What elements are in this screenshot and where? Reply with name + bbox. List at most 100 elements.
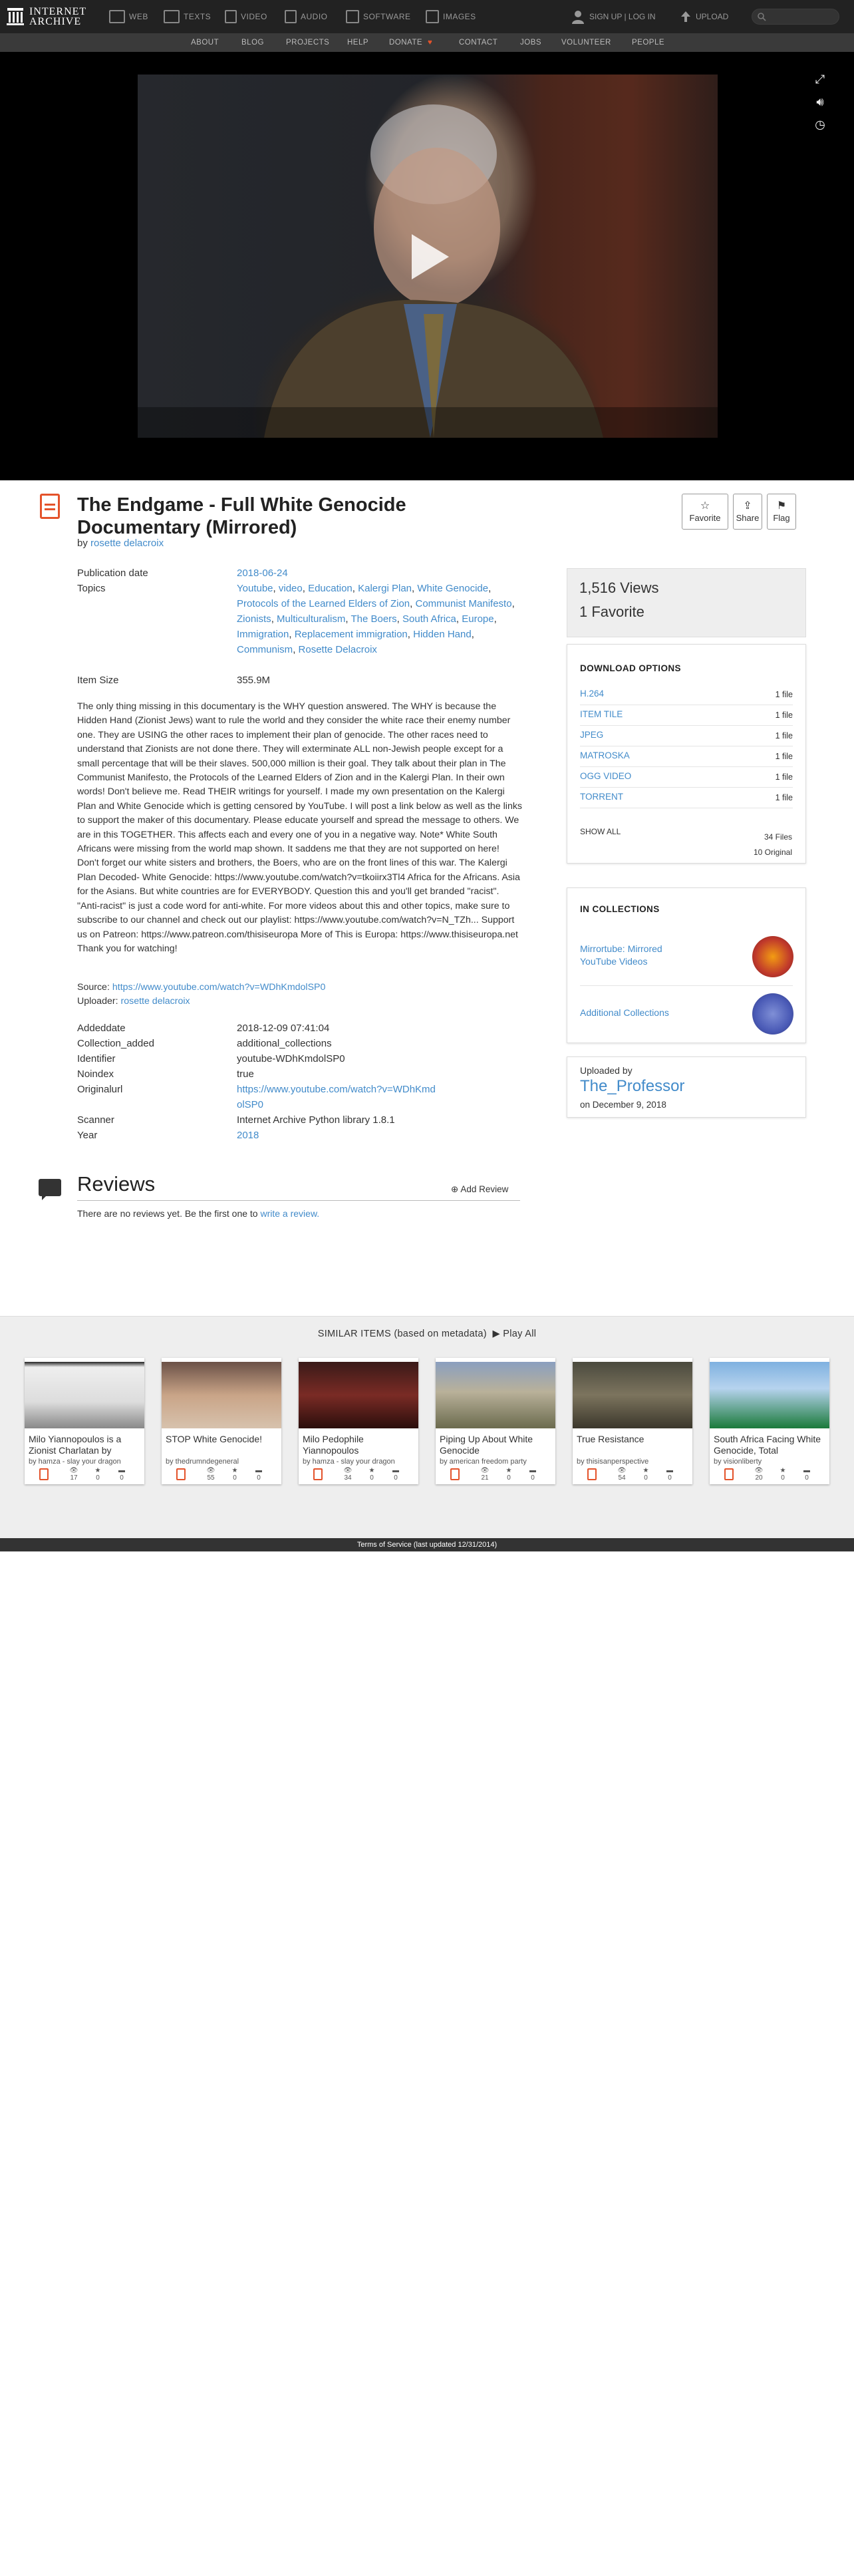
comment-icon: ▬ (529, 1467, 536, 1474)
play-all-link[interactable]: Play All (503, 1329, 536, 1339)
subnav-projects[interactable]: PROJECTS (286, 39, 329, 47)
similar-item-thumbnail[interactable] (25, 1362, 144, 1428)
similar-item-thumbnail[interactable] (573, 1362, 692, 1428)
favorite-button[interactable]: ☆ Favorite (682, 494, 728, 530)
heart-icon: ♥ (428, 39, 433, 47)
download-row[interactable]: ITEM TILE 1 file (580, 705, 793, 726)
similar-item-title[interactable]: Piping Up About White Genocide (440, 1434, 551, 1456)
topic-link[interactable]: Communist Manifesto (416, 598, 512, 609)
signup-login[interactable]: SIGN UP | LOG IN (571, 8, 656, 25)
subnav-people[interactable]: PEOPLE (632, 39, 664, 47)
source-link[interactable]: https://www.youtube.com/watch?v=WDhKmdol… (112, 982, 326, 993)
share-button[interactable]: ⇪ Share (733, 494, 762, 530)
download-row[interactable]: MATROSKA 1 file (580, 746, 793, 767)
similar-item-thumbnail[interactable] (299, 1362, 418, 1428)
topic-link[interactable]: Europe (462, 613, 494, 625)
uploader-line: Uploader: rosette delacroix (77, 996, 190, 1007)
fullscreen-icon[interactable]: ⤢ (813, 72, 827, 86)
topic-link[interactable]: Replacement immigration (295, 629, 408, 640)
movies-icon (724, 1468, 734, 1480)
download-format[interactable]: ITEM TILE (580, 709, 623, 719)
similar-item-card[interactable]: Piping Up About White Genocide by america… (436, 1358, 555, 1484)
topic-link[interactable]: Communism (237, 644, 293, 655)
video-player[interactable] (138, 75, 718, 438)
collection-link[interactable]: Mirrortube: Mirrored YouTube Videos (580, 943, 700, 968)
meta-val-year[interactable]: 2018 (237, 1130, 259, 1141)
collection-thumbnail[interactable] (752, 993, 793, 1035)
upload-button[interactable]: UPLOAD (680, 8, 728, 25)
similar-item-title[interactable]: True Resistance (577, 1434, 688, 1456)
topic-link[interactable]: Education (308, 583, 353, 594)
similar-item-title[interactable]: Milo Pedophile Yiannopoulos (303, 1434, 414, 1456)
download-row[interactable]: JPEG 1 file (580, 726, 793, 746)
subnav-volunteer[interactable]: VOLUNTEER (561, 39, 611, 47)
topic-link[interactable]: The Boers (351, 613, 396, 625)
nav-images[interactable]: IMAGES (426, 8, 476, 25)
nav-texts[interactable]: TEXTS (164, 8, 211, 25)
topic-link[interactable]: White Genocide (417, 583, 488, 594)
topic-link[interactable]: Kalergi Plan (358, 583, 412, 594)
similar-item-title[interactable]: Milo Yiannopoulos is a Zionist Charlatan… (29, 1434, 140, 1456)
reviews-stat: ▬ 0 (112, 1467, 131, 1482)
download-row[interactable]: OGG VIDEO 1 file (580, 767, 793, 788)
similar-item-creator: by thedrumndegeneral (166, 1458, 239, 1466)
volume-icon[interactable]: 🔊︎ (813, 94, 827, 109)
subnav-contact[interactable]: CONTACT (459, 39, 498, 47)
subnav-help[interactable]: HELP (347, 39, 368, 47)
topic-link[interactable]: Multiculturalism (277, 613, 345, 625)
nav-software[interactable]: SOFTWARE (346, 8, 411, 25)
internet-archive-logo[interactable]: INTERNET ARCHIVE (7, 5, 86, 28)
publication-date-link[interactable]: 2018-06-24 (237, 567, 288, 579)
creator-link[interactable]: rosette delacroix (90, 538, 164, 549)
topic-link[interactable]: Zionists (237, 613, 271, 625)
extra-metadata: Addeddate 2018-12-09 07:41:04 Collection… (77, 1021, 529, 1144)
topic-link[interactable]: video (279, 583, 303, 594)
terms-footer[interactable]: Terms of Service (last updated 12/31/201… (0, 1538, 854, 1551)
topic-link[interactable]: South Africa (402, 613, 456, 625)
flag-button[interactable]: ⚑ Flag (767, 494, 796, 530)
collection-thumbnail[interactable] (752, 936, 793, 977)
meta-val-originalurl[interactable]: https://www.youtube.com/watch?v=WDhKmdol… (237, 1084, 436, 1110)
download-format[interactable]: OGG VIDEO (580, 771, 631, 781)
comment-icon: ▬ (118, 1467, 125, 1474)
download-format[interactable]: TORRENT (580, 792, 623, 802)
nav-web[interactable]: WEB (109, 8, 148, 25)
show-all-link[interactable]: SHOW ALL (580, 827, 621, 836)
similar-item-title[interactable]: South Africa Facing White Genocide, Tota… (714, 1434, 825, 1456)
search-input[interactable] (752, 9, 839, 25)
nav-video[interactable]: VIDEO (225, 8, 267, 25)
similar-item-thumbnail[interactable] (436, 1362, 555, 1428)
topic-separator: , (494, 613, 497, 625)
play-all-icon[interactable]: ▶ (493, 1329, 500, 1339)
topic-link[interactable]: Immigration (237, 629, 289, 640)
add-review-button[interactable]: ⊕ Add Review (451, 1184, 508, 1195)
similar-item-card[interactable]: Milo Yiannopoulos is a Zionist Charlatan… (25, 1358, 144, 1484)
similar-item-card[interactable]: Milo Pedophile Yiannopoulos by hamza - sl… (299, 1358, 418, 1484)
subnav-blog[interactable]: BLOG (241, 39, 264, 47)
download-format[interactable]: H.264 (580, 689, 604, 699)
similar-item-title[interactable]: STOP White Genocide! (166, 1434, 277, 1456)
topic-separator: , (511, 598, 515, 609)
topic-link[interactable]: Protocols of the Learned Elders of Zion (237, 598, 410, 609)
download-format[interactable]: MATROSKA (580, 750, 630, 760)
subnav-donate[interactable]: DONATE (389, 39, 422, 47)
topic-link[interactable]: Rosette Delacroix (299, 644, 377, 655)
subnav-about[interactable]: ABOUT (191, 39, 219, 47)
similar-item-thumbnail[interactable] (710, 1362, 829, 1428)
uploader-link[interactable]: rosette delacroix (120, 996, 190, 1007)
similar-item-thumbnail[interactable] (162, 1362, 281, 1428)
similar-item-card[interactable]: True Resistance by thisisanperspective 👁︎ 5… (573, 1358, 692, 1484)
play-icon[interactable] (412, 234, 449, 279)
topic-link[interactable]: Hidden Hand (413, 629, 472, 640)
download-row[interactable]: H.264 1 file (580, 685, 793, 705)
similar-item-card[interactable]: South Africa Facing White Genocide, Tota… (710, 1358, 829, 1484)
download-row[interactable]: TORRENT 1 file (580, 788, 793, 808)
subnav-jobs[interactable]: JOBS (520, 39, 541, 47)
topic-link[interactable]: Youtube (237, 583, 273, 594)
similar-item-card[interactable]: STOP White Genocide! by thedrumndegeneral… (162, 1358, 281, 1484)
uploader-name-link[interactable]: The_Professor (580, 1077, 684, 1096)
clock-icon[interactable]: ◷ (813, 117, 827, 132)
write-review-link[interactable]: write a review. (260, 1208, 319, 1219)
nav-audio[interactable]: AUDIO (285, 8, 328, 25)
download-format[interactable]: JPEG (580, 730, 603, 740)
